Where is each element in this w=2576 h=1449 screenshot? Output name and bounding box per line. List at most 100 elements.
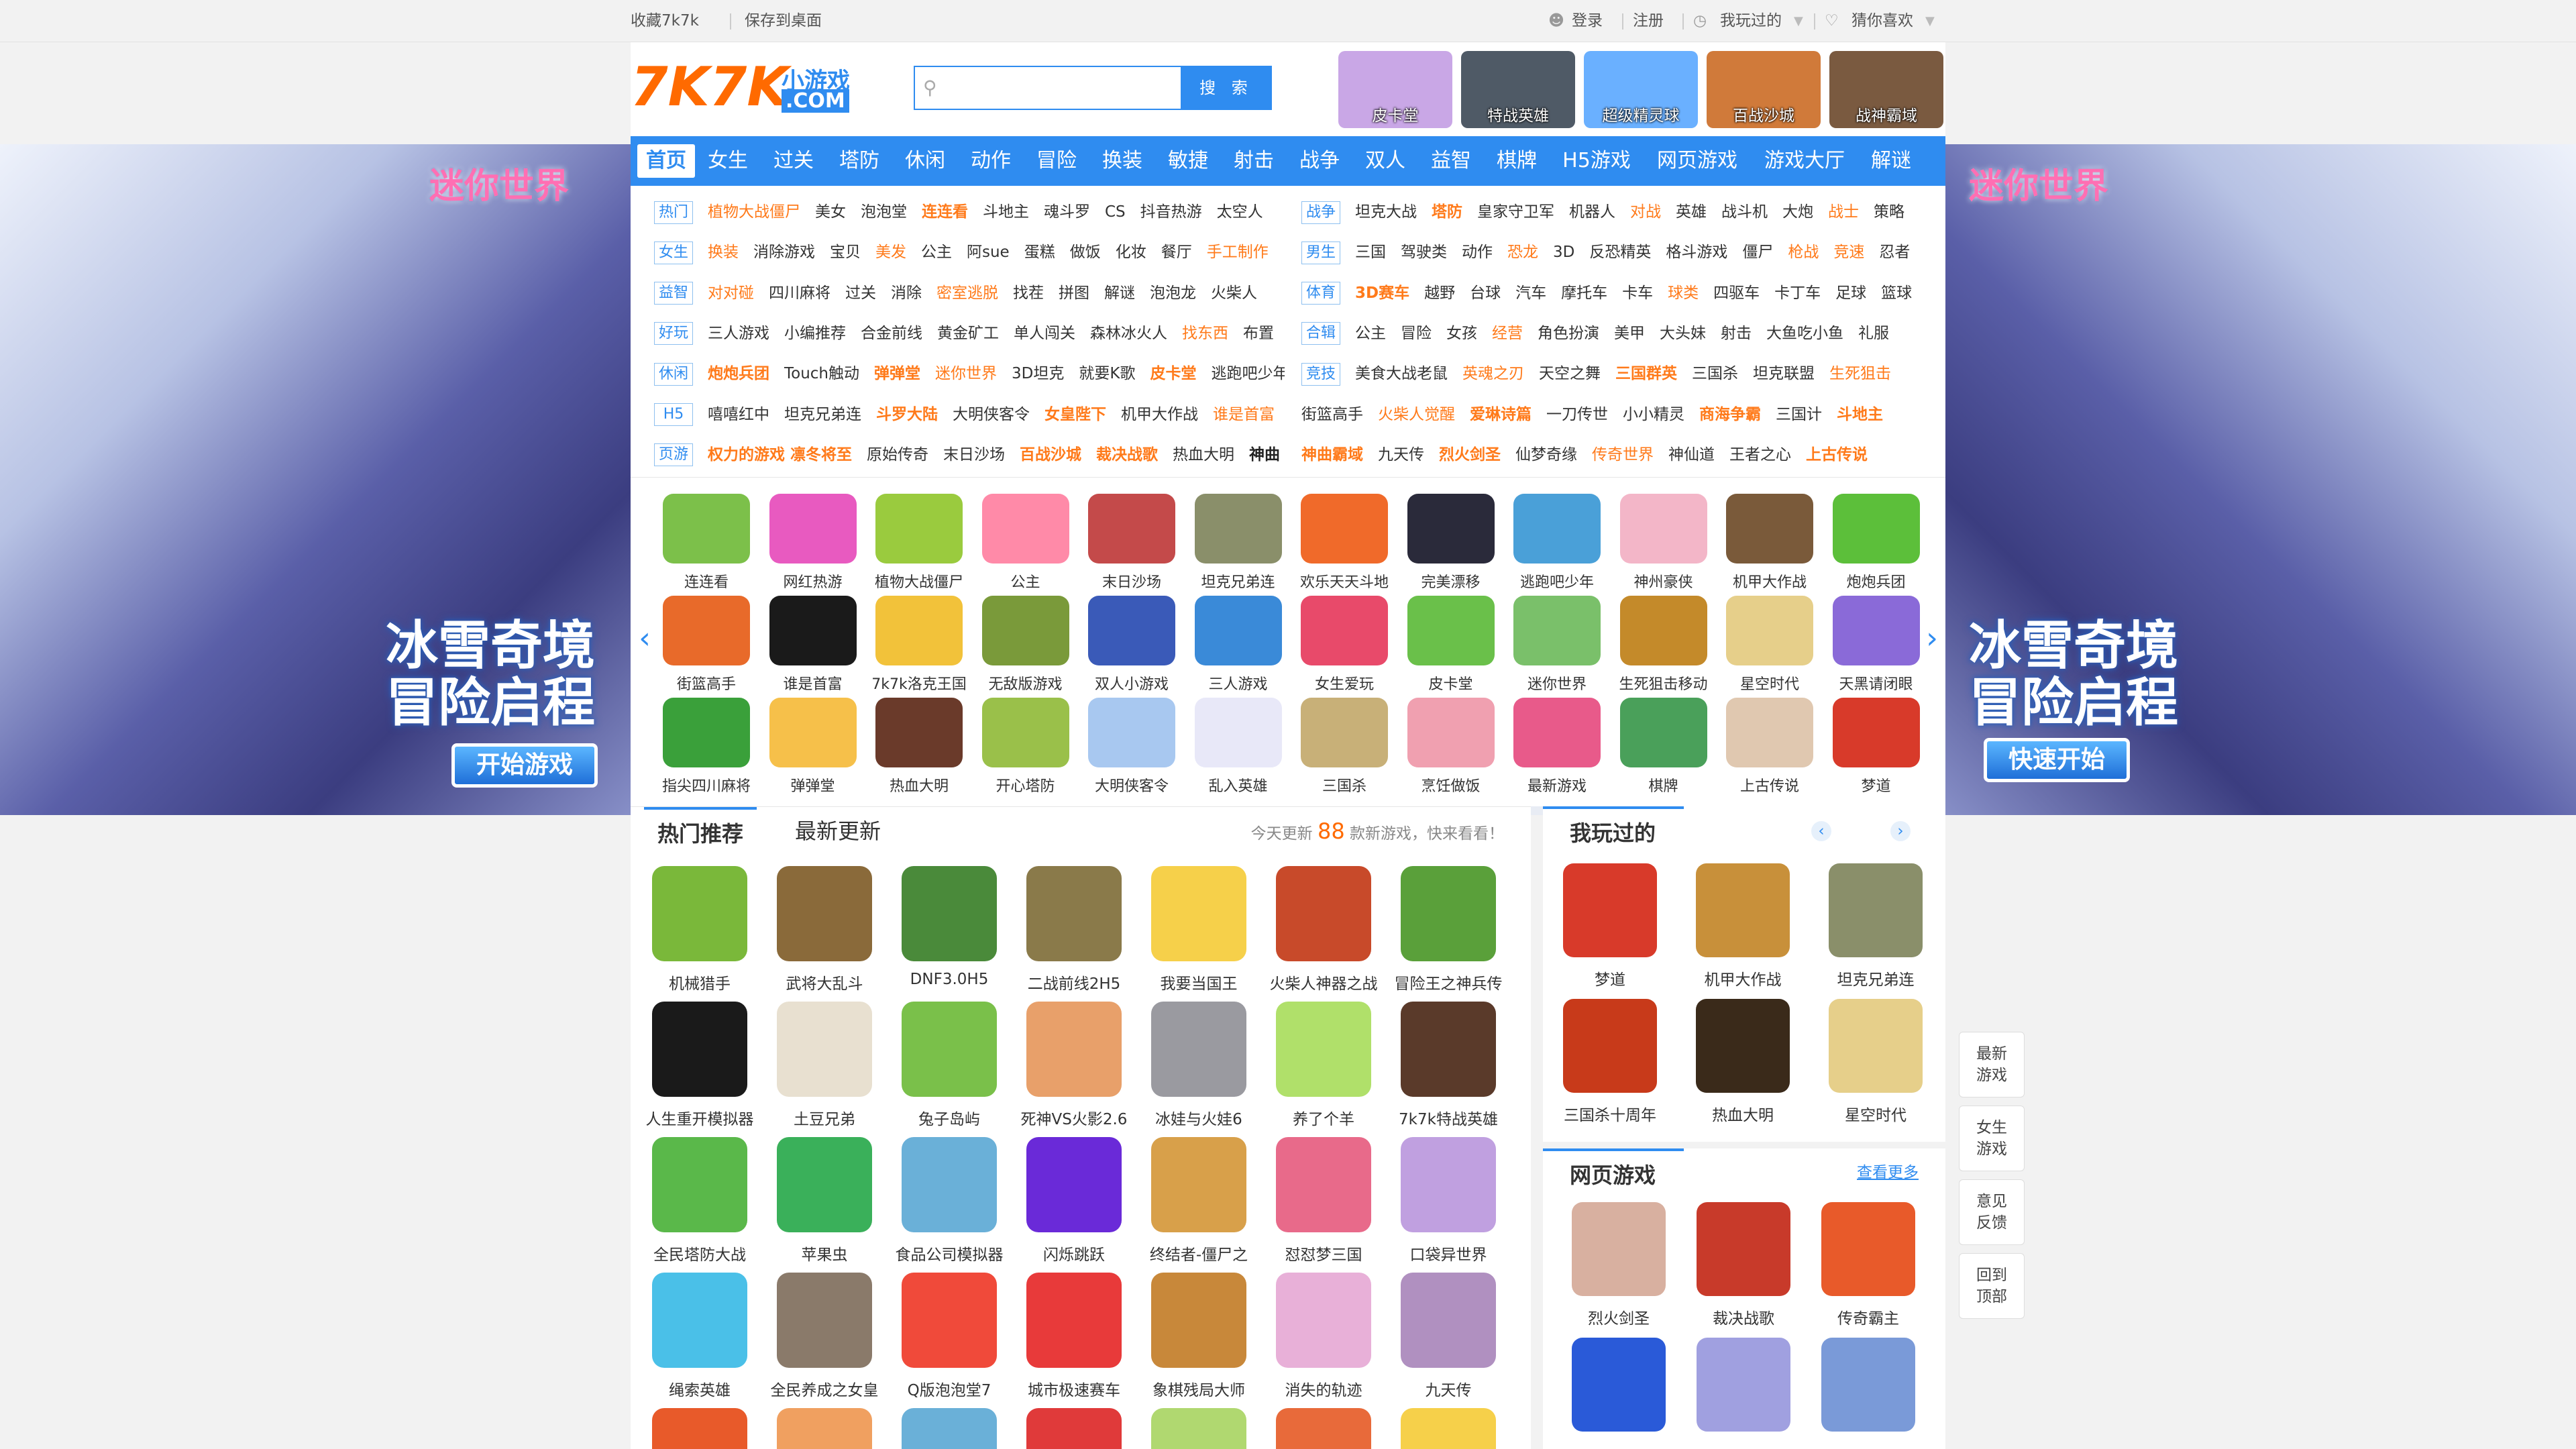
nav-item[interactable]: 棋牌 bbox=[1484, 136, 1550, 186]
nav-item[interactable]: 游戏大厅 bbox=[1751, 136, 1858, 186]
tag-category-label[interactable]: 合辑 bbox=[1301, 322, 1340, 345]
tag-link[interactable]: 格斗游戏 bbox=[1666, 239, 1727, 266]
tag-link[interactable]: 摩托车 bbox=[1561, 280, 1607, 307]
tag-link[interactable]: 太空人 bbox=[1217, 199, 1263, 225]
game-icon-item[interactable]: 大明侠客令 bbox=[1081, 698, 1182, 798]
game-icon-item[interactable]: 乱入英雄 bbox=[1188, 698, 1289, 798]
tag-link[interactable]: 王者之心 bbox=[1729, 441, 1791, 468]
tag-category-label[interactable]: 女生 bbox=[654, 241, 693, 264]
game-icon-item[interactable]: 完美漂移 bbox=[1401, 494, 1501, 594]
tag-link[interactable]: 英魂之刃 bbox=[1462, 360, 1524, 387]
tag-link[interactable]: 美甲 bbox=[1614, 320, 1645, 347]
tag-category-label[interactable]: 战争 bbox=[1301, 201, 1340, 224]
tag-link[interactable]: 谁是首富 bbox=[1213, 401, 1275, 428]
game-icon-item[interactable]: 谁是首富 bbox=[763, 596, 863, 696]
tag-category-label[interactable]: 竞技 bbox=[1301, 362, 1340, 386]
login-link[interactable]: 登录 bbox=[1572, 0, 1603, 42]
tag-link[interactable]: 拼图 bbox=[1059, 280, 1089, 307]
tag-link[interactable]: 烈火剑圣 bbox=[1439, 441, 1501, 468]
tag-link[interactable]: 解谜 bbox=[1104, 280, 1135, 307]
tag-category-label[interactable]: 体育 bbox=[1301, 282, 1340, 305]
nav-item[interactable]: 休闲 bbox=[892, 136, 958, 186]
side-float-button[interactable]: 女生 游戏 bbox=[1959, 1106, 2025, 1171]
nav-item[interactable]: 射击 bbox=[1221, 136, 1287, 186]
tag-link[interactable]: 阿sue bbox=[967, 239, 1010, 266]
tag-link[interactable]: 卡丁车 bbox=[1774, 280, 1821, 307]
tag-link[interactable]: 布置 bbox=[1243, 320, 1274, 347]
tag-link[interactable]: 餐厅 bbox=[1161, 239, 1192, 266]
tag-link[interactable]: 三人游戏 bbox=[708, 320, 769, 347]
game-icon-item[interactable]: 末日沙场 bbox=[1081, 494, 1182, 594]
tag-link[interactable]: 森林冰火人 bbox=[1090, 320, 1167, 347]
tag-link[interactable]: 竞速 bbox=[1833, 239, 1864, 266]
search-button[interactable]: 搜 索 bbox=[1181, 66, 1272, 110]
hot-game-item[interactable]: 死神VS火影2.6 bbox=[1012, 1002, 1136, 1136]
nav-item[interactable]: 女生 bbox=[695, 136, 761, 186]
nav-item[interactable]: 网页游戏 bbox=[1644, 136, 1751, 186]
hot-game-item[interactable]: 人生重开模拟器 bbox=[637, 1002, 762, 1136]
web-game-item[interactable]: 传奇霸主 bbox=[1805, 1202, 1932, 1333]
game-icon-item[interactable]: 公主 bbox=[975, 494, 1076, 594]
tag-link[interactable]: 冒险 bbox=[1401, 320, 1432, 347]
tag-link[interactable]: 裁决战歌 bbox=[1096, 441, 1158, 468]
tag-link[interactable]: 战斗机 bbox=[1721, 199, 1768, 225]
game-icon-item[interactable]: 街篮高手 bbox=[656, 596, 757, 696]
tag-link[interactable]: 枪战 bbox=[1788, 239, 1819, 266]
tag-link[interactable]: 神曲霸域 bbox=[1301, 441, 1363, 468]
game-icon-item[interactable]: 热血大明 bbox=[869, 698, 969, 798]
game-icon-item[interactable]: 双人小游戏 bbox=[1081, 596, 1182, 696]
tag-link[interactable]: 密室逃脱 bbox=[936, 280, 998, 307]
game-icon-item[interactable]: 星空时代 bbox=[1719, 596, 1820, 696]
tag-link[interactable]: 神曲 bbox=[1249, 441, 1280, 468]
tag-link[interactable]: 女皇陛下 bbox=[1044, 401, 1106, 428]
tag-link[interactable]: 权力的游戏 凛冬将至 bbox=[708, 441, 852, 468]
nav-item[interactable]: H5游戏 bbox=[1550, 136, 1644, 186]
search-input[interactable] bbox=[949, 67, 1177, 109]
hot-game-item[interactable]: 我要当国王 bbox=[1136, 866, 1261, 1000]
tag-link[interactable]: 街篮高手 bbox=[1301, 401, 1363, 428]
game-icon-item[interactable]: 7k7k洛克王国 bbox=[869, 596, 969, 696]
hot-game-item[interactable]: 冰娃与火娃6 bbox=[1136, 1002, 1261, 1136]
tag-link[interactable]: 做饭 bbox=[1070, 239, 1101, 266]
game-icon-item[interactable]: 逃跑吧少年 bbox=[1507, 494, 1607, 594]
tag-link[interactable]: CS bbox=[1105, 199, 1126, 225]
game-icon-item[interactable]: 植物大战僵尸 bbox=[869, 494, 969, 594]
tag-link[interactable]: 爱琳诗篇 bbox=[1470, 401, 1532, 428]
nav-item[interactable]: 塔防 bbox=[826, 136, 892, 186]
web-game-item[interactable] bbox=[1555, 1338, 1682, 1449]
tag-link[interactable]: 斗罗大陆 bbox=[876, 401, 938, 428]
web-game-item[interactable]: 裁决战歌 bbox=[1680, 1202, 1807, 1333]
tag-link[interactable]: 蛋糕 bbox=[1024, 239, 1055, 266]
tag-link[interactable]: 篮球 bbox=[1881, 280, 1912, 307]
bookmark-link[interactable]: 收藏7k7k bbox=[631, 0, 699, 42]
game-icon-item[interactable]: 天黑请闭眼 bbox=[1826, 596, 1927, 696]
tag-link[interactable]: 僵尸 bbox=[1742, 239, 1773, 266]
tag-link[interactable]: 弹弹堂 bbox=[874, 360, 920, 387]
game-icon-item[interactable]: 生死狙击移动 bbox=[1613, 596, 1714, 696]
tag-category-label[interactable]: 页游 bbox=[654, 443, 693, 467]
game-icon-item[interactable]: 三人游戏 bbox=[1188, 596, 1289, 696]
game-icon-item[interactable]: 上古传说 bbox=[1719, 698, 1820, 798]
side-float-button[interactable]: 最新 游戏 bbox=[1959, 1032, 2025, 1097]
tag-link[interactable]: 天空之舞 bbox=[1539, 360, 1601, 387]
view-more-link[interactable]: 查看更多 bbox=[1857, 1148, 1919, 1197]
tag-category-label[interactable]: 休闲 bbox=[654, 362, 693, 386]
hot-game-item[interactable]: 消失的轨迹 bbox=[1261, 1273, 1386, 1407]
tag-link[interactable]: 传奇世界 bbox=[1592, 441, 1654, 468]
tag-link[interactable]: 小小精灵 bbox=[1623, 401, 1684, 428]
tag-link[interactable]: 炮炮兵团 bbox=[708, 360, 769, 387]
tag-link[interactable]: 动作 bbox=[1462, 239, 1493, 266]
header-game-tile[interactable]: 战神霸域 bbox=[1829, 51, 1943, 128]
tag-link[interactable]: 宝贝 bbox=[830, 239, 861, 266]
game-icon-item[interactable]: 指尖四川麻将 bbox=[656, 698, 757, 798]
nav-item[interactable]: 过关 bbox=[761, 136, 826, 186]
tag-link[interactable]: 角色扮演 bbox=[1538, 320, 1599, 347]
chevron-right-icon[interactable]: › bbox=[1890, 821, 1911, 841]
tag-link[interactable]: 就要K歌 bbox=[1079, 360, 1135, 387]
web-game-item[interactable] bbox=[1680, 1338, 1807, 1449]
tag-link[interactable]: 3D bbox=[1553, 239, 1574, 266]
tag-link[interactable]: 策略 bbox=[1874, 199, 1904, 225]
tag-link[interactable]: 足球 bbox=[1835, 280, 1866, 307]
tag-link[interactable]: 末日沙场 bbox=[943, 441, 1005, 468]
tag-link[interactable]: 小编推荐 bbox=[784, 320, 846, 347]
